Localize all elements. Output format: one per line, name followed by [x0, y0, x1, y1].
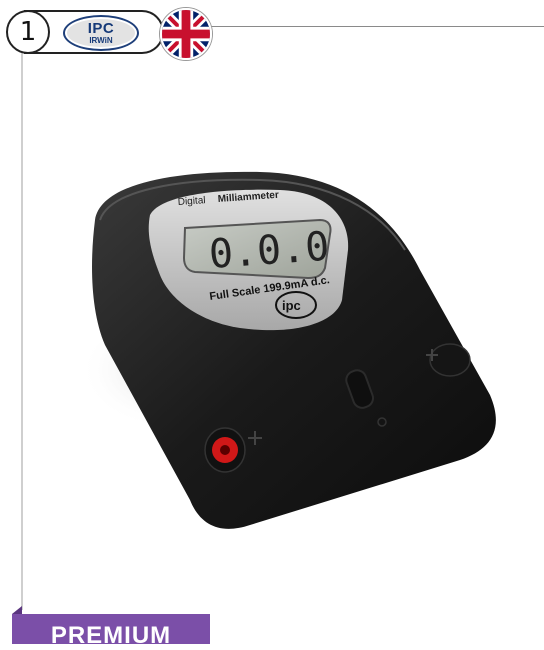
step-number: 1	[6, 10, 50, 54]
premium-badge: PREMIUM	[12, 614, 210, 649]
device-name-prefix: Digital	[177, 195, 205, 208]
brand-subname: IRWiN	[89, 35, 113, 45]
frame-top-line	[205, 26, 544, 27]
side-knob	[429, 343, 471, 377]
lcd-reading: 0.0.0	[207, 224, 330, 278]
frame-left-line	[21, 50, 23, 610]
header-pill: 1 IPC IRWiN	[2, 4, 212, 60]
device-logo: ipc	[282, 298, 301, 313]
brand-logo: IPC IRWiN	[63, 15, 139, 51]
red-terminal-hole	[220, 445, 230, 455]
premium-tab-notch	[12, 606, 22, 614]
brand-name: IPC	[87, 19, 115, 37]
digital-milliammeter-image: Digital Milliammeter 0.0.0 Full Scale 19…	[80, 171, 496, 529]
uk-flag-icon	[160, 8, 212, 60]
